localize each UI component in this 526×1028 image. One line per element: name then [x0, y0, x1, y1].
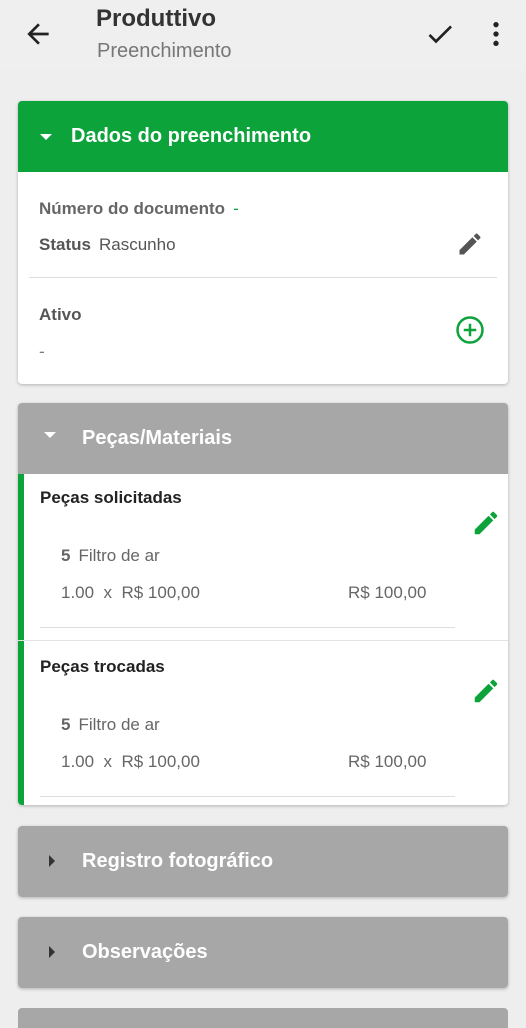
- page-subtitle: Preenchimento: [97, 40, 232, 62]
- edit-pencil-icon[interactable]: [456, 230, 484, 258]
- photo-header[interactable]: Registro fotográfico: [18, 826, 508, 897]
- section-title: Peças solicitadas: [40, 488, 182, 507]
- section-title: Peças trocadas: [40, 657, 165, 676]
- edit-pencil-icon[interactable]: [471, 508, 501, 538]
- item-total: R$ 100,00: [348, 752, 427, 771]
- item-total: R$ 100,00: [348, 583, 427, 602]
- item-name: Filtro de ar: [78, 715, 160, 734]
- list-item: 5 Filtro de ar: [61, 546, 160, 566]
- fill-data-header[interactable]: Dados do preenchimento: [18, 101, 508, 172]
- replaced-parts-section: Peças trocadas 5 Filtro de ar 1.00 x R$ 1…: [18, 641, 508, 805]
- parts-card: Peças/Materiais Peças solicitadas 5 Filtr…: [18, 403, 508, 805]
- notes-card: Observações: [18, 917, 508, 988]
- divider: [29, 277, 497, 278]
- app-bar: Produttivo Preenchimento: [0, 0, 526, 70]
- fill-data-card: Dados do preenchimento Número do documen…: [18, 101, 508, 384]
- next-section-card[interactable]: [18, 1008, 508, 1028]
- item-name: Filtro de ar: [78, 546, 160, 565]
- more-vert-icon[interactable]: [480, 18, 512, 50]
- asset-value: -: [39, 342, 45, 361]
- caret-right-icon: [49, 946, 55, 958]
- status-label: Status: [39, 235, 91, 254]
- caret-down-icon: [44, 432, 56, 438]
- caret-down-icon: [40, 134, 52, 140]
- list-item: 5 Filtro de ar: [61, 715, 160, 735]
- document-number: Número do documento -: [39, 199, 239, 219]
- divider: [40, 627, 455, 628]
- item-quantity: 5: [61, 546, 71, 565]
- photo-title: Registro fotográfico: [82, 850, 274, 872]
- edit-pencil-icon[interactable]: [471, 676, 501, 706]
- page-title: Produttivo: [96, 5, 216, 32]
- status-value: Rascunho: [98, 235, 176, 254]
- item-price-line: 1.00 x R$ 100,00: [61, 752, 200, 771]
- status-row: Status Rascunho: [39, 235, 176, 255]
- notes-title: Observações: [82, 941, 208, 963]
- check-icon[interactable]: [424, 18, 456, 50]
- notes-header[interactable]: Observações: [18, 917, 508, 988]
- fill-data-title: Dados do preenchimento: [71, 125, 312, 147]
- requested-parts-section: Peças solicitadas 5 Filtro de ar 1.00 x R…: [18, 474, 508, 640]
- photo-card: Registro fotográfico: [18, 826, 508, 897]
- document-number-label: Número do documento: [39, 199, 226, 218]
- parts-header[interactable]: Peças/Materiais: [18, 403, 508, 474]
- asset-label: Ativo: [39, 305, 82, 324]
- add-circle-icon[interactable]: [455, 315, 485, 345]
- divider: [40, 796, 455, 797]
- document-number-value: -: [233, 199, 239, 218]
- parts-title: Peças/Materiais: [82, 427, 233, 449]
- arrow-left-icon[interactable]: [22, 18, 54, 50]
- item-quantity: 5: [61, 715, 71, 734]
- item-price-line: 1.00 x R$ 100,00: [61, 583, 200, 602]
- caret-right-icon: [49, 855, 55, 867]
